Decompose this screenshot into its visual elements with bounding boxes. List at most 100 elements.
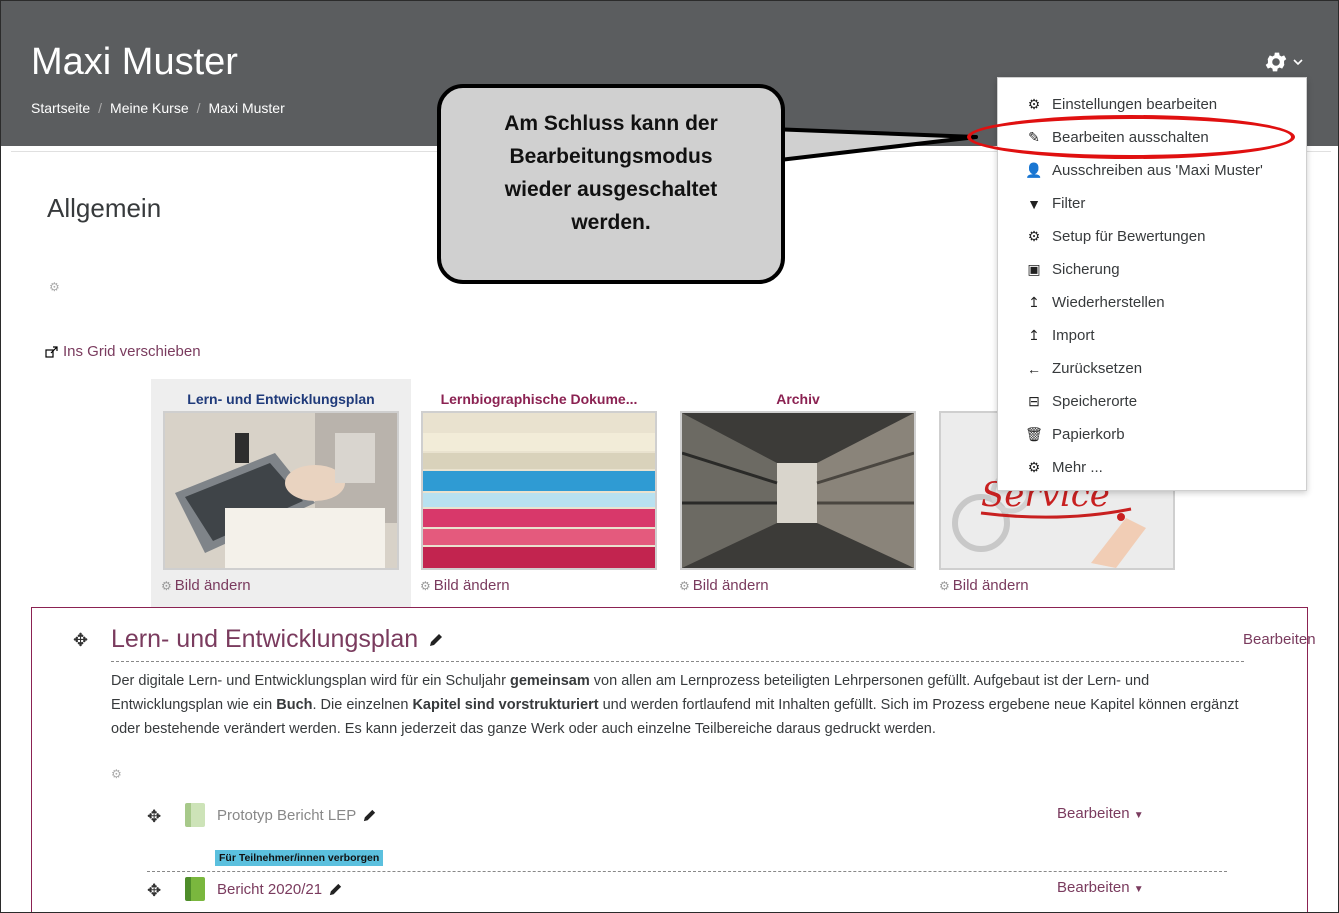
caret-down-icon (1293, 59, 1303, 66)
tile-title: Lernbiographische Dokume... (440, 391, 638, 407)
caret-down-icon: ▼ (1133, 884, 1144, 895)
activity-link[interactable]: Prototyp Bericht LEP (217, 807, 377, 824)
filter-icon: ▼ (1027, 195, 1041, 212)
callout-line: wieder ausgeschaltet (504, 178, 718, 201)
breadcrumb-separator: / (98, 100, 103, 116)
gear-icon: ⚙ (420, 578, 431, 593)
activity-link[interactable]: Bericht 2020/21 (217, 881, 343, 898)
move-to-grid-link[interactable]: Ins Grid verschieben (45, 343, 201, 360)
tile-change-image[interactable]: ⚙ Bild ändern (161, 577, 251, 594)
gear-icon[interactable]: ⚙ (49, 280, 60, 294)
section-title-general: Allgemein (47, 193, 162, 223)
storage-icon: ⊟ (1028, 393, 1040, 409)
file-archive-icon: ▣ (1027, 261, 1041, 277)
gear-icon: ⚙ (939, 578, 950, 593)
upload-icon: ↥ (1028, 294, 1040, 310)
tile-change-label: Bild ändern (174, 577, 251, 594)
menu-item-label: Zurücksetzen (1052, 360, 1143, 377)
summary-bold: Buch (276, 697, 313, 713)
laptop-photo (165, 413, 397, 568)
course-actions-gear-button[interactable] (1263, 49, 1303, 75)
menu-item-unenrol[interactable]: 👤 Ausschreiben aus 'Maxi Muster' (998, 154, 1306, 187)
menu-item-gradebook-setup[interactable]: ⚙ Setup für Bewertungen (998, 220, 1306, 253)
gear-icon: ⚙ (161, 578, 172, 593)
activity-name: Prototyp Bericht LEP (217, 807, 357, 824)
menu-item-backup[interactable]: ▣ Sicherung (998, 253, 1306, 286)
summary-text: . Die einzelnen (312, 697, 413, 713)
gear-icon[interactable]: ⚙ (111, 767, 122, 781)
breadcrumb: Startseite / Meine Kurse / Maxi Muster (31, 100, 293, 116)
callout-pointer (771, 127, 978, 163)
activity-row: ✥ Prototyp Bericht LEP Bearbeiten ▼ (147, 803, 1247, 833)
menu-item-filter[interactable]: ▼ Filter (998, 187, 1306, 220)
move-icon[interactable]: ✥ (147, 881, 161, 901)
divider (111, 661, 1244, 662)
menu-item-recycle-bin[interactable]: 🗑 Papierkorb (998, 418, 1306, 451)
menu-item-label: Filter (1052, 195, 1086, 212)
menu-item-label: Papierkorb (1052, 426, 1125, 443)
divider (147, 871, 1227, 872)
breadcrumb-home[interactable]: Startseite (31, 100, 90, 116)
callout-line: Bearbeitungsmodus (509, 145, 713, 168)
activity-edit-label: Bearbeiten (1057, 805, 1130, 822)
activity-name: Bericht 2020/21 (217, 881, 323, 898)
tile-title: Archiv (776, 391, 820, 407)
menu-item-label: Setup für Bewertungen (1052, 228, 1206, 245)
pencil-icon[interactable] (328, 882, 343, 897)
tile-image-folders (421, 411, 657, 570)
highlight-ellipse (967, 115, 1295, 159)
tile-change-image[interactable]: ⚙ Bild ändern (939, 577, 1029, 594)
grid-tile-lernbiographie[interactable]: Lernbiographische Dokume... (421, 391, 657, 570)
menu-item-label: Einstellungen bearbeiten (1052, 96, 1218, 113)
callout-text: Am Schluss kann der Bearbeitungsmodus wi… (437, 107, 785, 239)
menu-item-label: Sicherung (1052, 261, 1120, 278)
callout-line: werden. (571, 211, 651, 234)
arrow-left-icon: ← (1027, 360, 1041, 377)
activity-edit-label: Bearbeiten (1057, 879, 1130, 896)
menu-item-reset[interactable]: ← Zurücksetzen (998, 352, 1306, 385)
menu-item-import[interactable]: ↥ Import (998, 319, 1306, 352)
move-to-grid-label: Ins Grid verschieben (63, 343, 201, 360)
tile-change-label: Bild ändern (433, 577, 510, 594)
menu-item-repositories[interactable]: ⊟ Speicherorte (998, 385, 1306, 418)
breadcrumb-separator: / (196, 100, 201, 116)
activity-edit-menu[interactable]: Bearbeiten ▼ (1057, 879, 1144, 896)
menu-item-more[interactable]: ⚙ Mehr ... (998, 451, 1306, 484)
book-icon (185, 803, 205, 827)
activity-edit-menu[interactable]: Bearbeiten ▼ (1057, 805, 1144, 822)
section-summary: Der digitale Lern- und Entwicklungsplan … (111, 669, 1251, 741)
move-icon[interactable]: ✥ (73, 630, 88, 651)
tile-change-image[interactable]: ⚙ Bild ändern (679, 577, 769, 594)
folders-photo (423, 413, 655, 568)
book-icon (185, 877, 205, 901)
tile-change-image[interactable]: ⚙ Bild ändern (420, 577, 510, 594)
tile-title: Lern- und Entwicklungsplan (187, 391, 375, 407)
browser-frame: Maxi Muster Startseite / Meine Kurse / M… (0, 0, 1339, 913)
summary-text: Der digitale Lern- und Entwicklungsplan … (111, 673, 510, 689)
gear-icon: ⚙ (679, 578, 690, 593)
tile-image-laptop (163, 411, 399, 570)
activity-row: ✥ Bericht 2020/21 Bearbeiten ▼ (147, 877, 1247, 907)
menu-item-restore[interactable]: ↥ Wiederherstellen (998, 286, 1306, 319)
gear-icon: ⚙ (1027, 96, 1041, 112)
breadcrumb-course[interactable]: Maxi Muster (209, 100, 285, 116)
hidden-badge: Für Teilnehmer/innen verborgen (215, 850, 384, 866)
move-icon[interactable]: ✥ (147, 807, 161, 827)
caret-down-icon: ▼ (1133, 810, 1144, 821)
menu-item-label: Wiederherstellen (1052, 294, 1165, 311)
section-title-text: Lern- und Entwicklungsplan (111, 625, 419, 653)
breadcrumb-my-courses[interactable]: Meine Kurse (110, 100, 189, 116)
summary-bold: Kapitel sind vorstrukturiert (412, 697, 599, 713)
grid-tile-lep[interactable]: Lern- und Entwicklungsplan (163, 391, 399, 570)
section-edit-menu[interactable]: Bearbeiten (1243, 631, 1316, 648)
gear-icon: ⚙ (1027, 228, 1041, 244)
move-into-icon (45, 345, 58, 358)
gear-icon: ⚙ (1027, 459, 1041, 475)
pencil-icon[interactable] (428, 632, 444, 648)
user-icon: 👤 (1025, 162, 1043, 178)
tile-image-archive (680, 411, 916, 570)
grid-tile-archiv[interactable]: Archiv (680, 391, 916, 570)
page-title: Maxi Muster (31, 41, 238, 83)
pencil-icon[interactable] (362, 808, 377, 823)
upload-icon: ↥ (1028, 327, 1040, 343)
